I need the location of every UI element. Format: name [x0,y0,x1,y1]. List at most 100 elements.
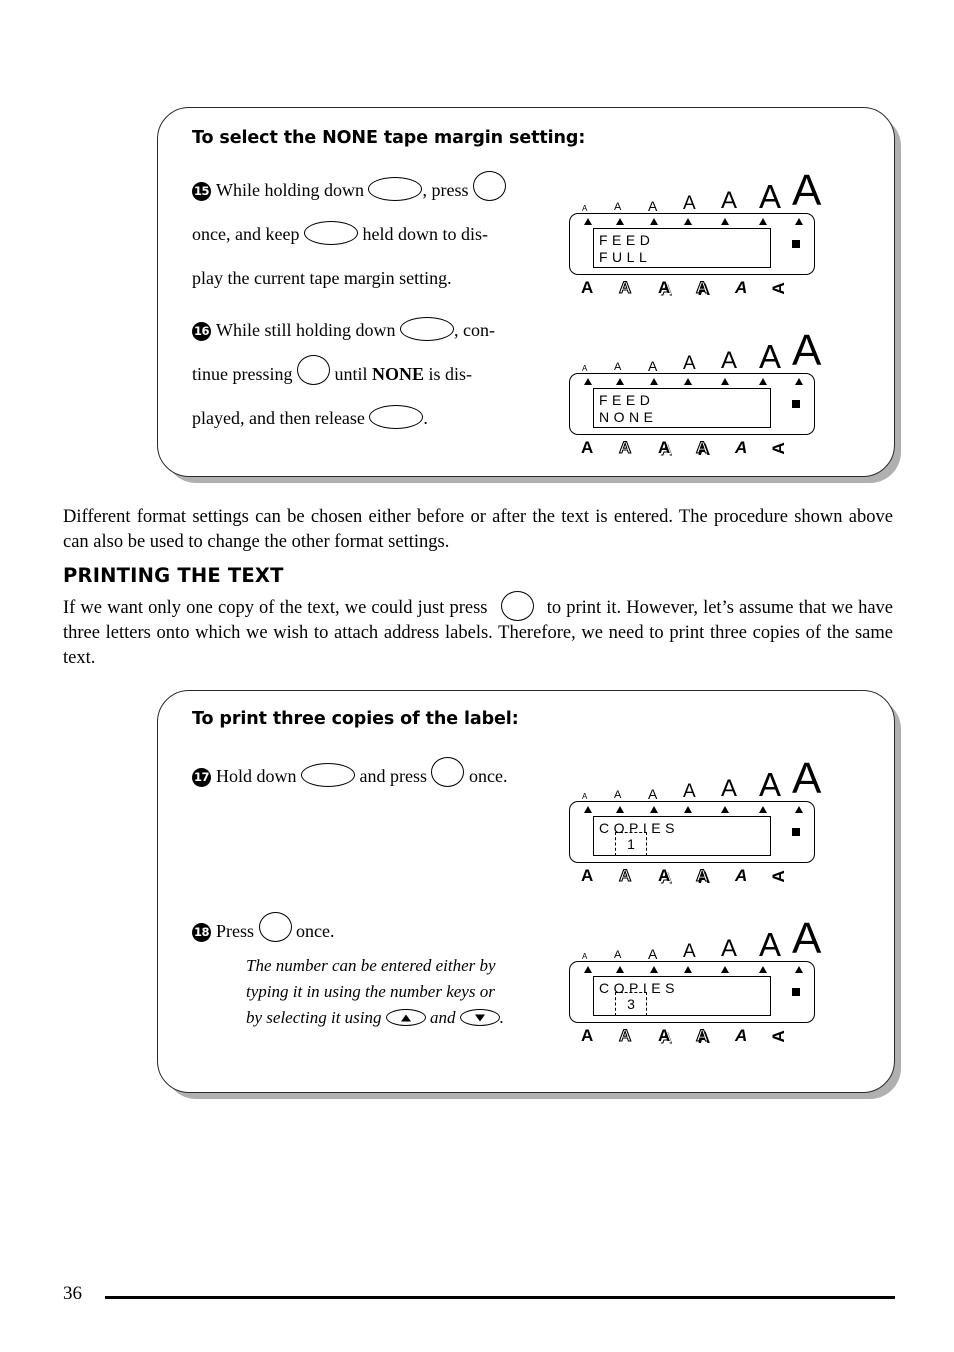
char-size-sample-4: A [683,193,696,214]
global-format-key-icon-3[interactable] [297,355,330,385]
triangle-down-icon [474,1014,485,1021]
step-15-text-d: held down to dis- [362,224,488,244]
step-number-16: 16 [192,322,211,341]
print-key-icon-2[interactable] [431,757,465,787]
step-number-17: 17 [192,768,211,787]
step-18: 18 Press once. [192,909,612,953]
code-key-icon-2[interactable] [303,221,358,245]
global-format-key-icon[interactable] [472,171,506,201]
arrow-up-key-icon[interactable] [385,1009,426,1026]
step-15-text-e: play the current tape margin setting. [192,268,452,288]
char-style-sample-5: A [735,278,748,297]
step-16-text-c: tinue pressing [192,364,293,384]
panel-title-tape-margin: To select the NONE tape margin setting: [192,128,586,148]
lcd-line-2: NONE [599,409,658,425]
char-style-sample-2: A [618,1026,632,1045]
char-size-sample-6: A [759,926,782,963]
lcd-status-dot-3 [792,828,800,836]
char-style-sample-1: A [581,438,594,457]
lcd-screen-2: FEED NONE [593,388,771,428]
triangle-up-icon [400,1014,411,1021]
step-17-text-b: and press [359,766,427,786]
character-size-indicator-row-2: AAAAAAA [578,329,821,374]
size-marker-3 [650,966,658,973]
size-marker-1 [584,806,592,813]
char-style-sample-4: A [695,438,709,457]
lcd-status-dot [792,240,800,248]
char-style-sample-6: A [768,282,788,295]
note-line-3-a: by selecting it using [246,1008,382,1027]
lcd-size-marker-row [570,218,816,227]
step-16-text-b: , con- [454,320,495,340]
lcd-bezel-4: COPIES 3 [569,961,815,1023]
step-15-text-b: , press [422,180,469,200]
step-16: 16 While still holding down , con- tinue … [192,308,552,440]
char-size-sample-7: A [792,754,822,803]
size-marker-7 [795,378,803,385]
char-size-sample-1: A [582,952,588,961]
page-number: 36 [63,1283,82,1304]
size-marker-1 [584,378,592,385]
arrow-down-key-icon[interactable] [459,1009,500,1026]
step-18-text-b: once. [296,921,335,941]
char-size-sample-4: A [683,781,696,802]
lcd-screen-4: COPIES 3 [593,976,771,1016]
size-marker-3 [650,378,658,385]
instruction-panel-print-copies: To print three copies of the label: 17 Ho… [157,690,895,1093]
size-marker-1 [584,966,592,973]
char-style-sample-3: A [658,1026,671,1045]
code-key-icon-3[interactable] [400,317,454,341]
step-16-keyword-none: NONE [372,364,425,384]
char-size-sample-4: A [683,353,696,374]
step-15-text-a: While holding down [216,180,364,200]
new-block-key-icon[interactable] [258,912,292,942]
step-15-text-c: once, and keep [192,224,300,244]
step-17: 17 Hold down and press once. [192,754,612,798]
code-key-icon-5[interactable] [301,763,355,787]
size-marker-2 [616,966,624,973]
size-marker-1 [584,218,592,225]
char-style-sample-5: A [735,866,748,885]
char-style-sample-6: A [768,870,788,883]
note-line-3-b: and [430,1008,456,1027]
code-key-icon-4[interactable] [369,405,424,429]
note-line-2: typing it in using the number keys or [246,982,495,1001]
char-style-sample-3: A [658,278,671,297]
char-style-sample-4: A [695,866,709,885]
size-marker-6 [759,806,767,813]
size-marker-4 [684,966,692,973]
size-marker-4 [684,218,692,225]
size-marker-2 [616,806,624,813]
size-marker-3 [650,218,658,225]
step-16-text-e: is dis- [428,364,473,384]
lcd-size-marker-row-3 [570,806,816,815]
lcd-size-marker-row-2 [570,378,816,387]
char-style-sample-2: A [618,438,632,457]
character-style-indicator-row-2: AAAAAA [579,438,811,461]
char-size-sample-5: A [721,775,738,802]
size-marker-2 [616,218,624,225]
lcd-copies-value: 1 [627,836,635,852]
print-key-icon[interactable] [500,591,534,621]
note-line-3-c: . [499,1008,505,1027]
size-marker-5 [721,966,729,973]
code-key-icon[interactable] [368,177,423,201]
lcd-status-dot-4 [792,988,800,996]
char-size-sample-3: A [648,786,658,802]
char-size-sample-7: A [792,914,822,963]
step-17-text-a: Hold down [216,766,297,786]
char-style-sample-1: A [581,278,594,297]
step-16-text-d: until [334,364,368,384]
size-marker-4 [684,378,692,385]
size-marker-5 [721,378,729,385]
character-style-indicator-row-4: AAAAAA [579,1026,811,1049]
char-style-sample-1: A [581,1026,594,1045]
char-size-sample-1: A [582,364,588,373]
size-marker-7 [795,806,803,813]
panel-title-print-copies: To print three copies of the label: [192,709,519,729]
char-size-sample-2: A [614,789,622,801]
char-style-sample-6: A [768,442,788,455]
char-size-sample-5: A [721,935,738,962]
char-size-sample-3: A [648,358,658,374]
char-size-sample-4: A [683,941,696,962]
